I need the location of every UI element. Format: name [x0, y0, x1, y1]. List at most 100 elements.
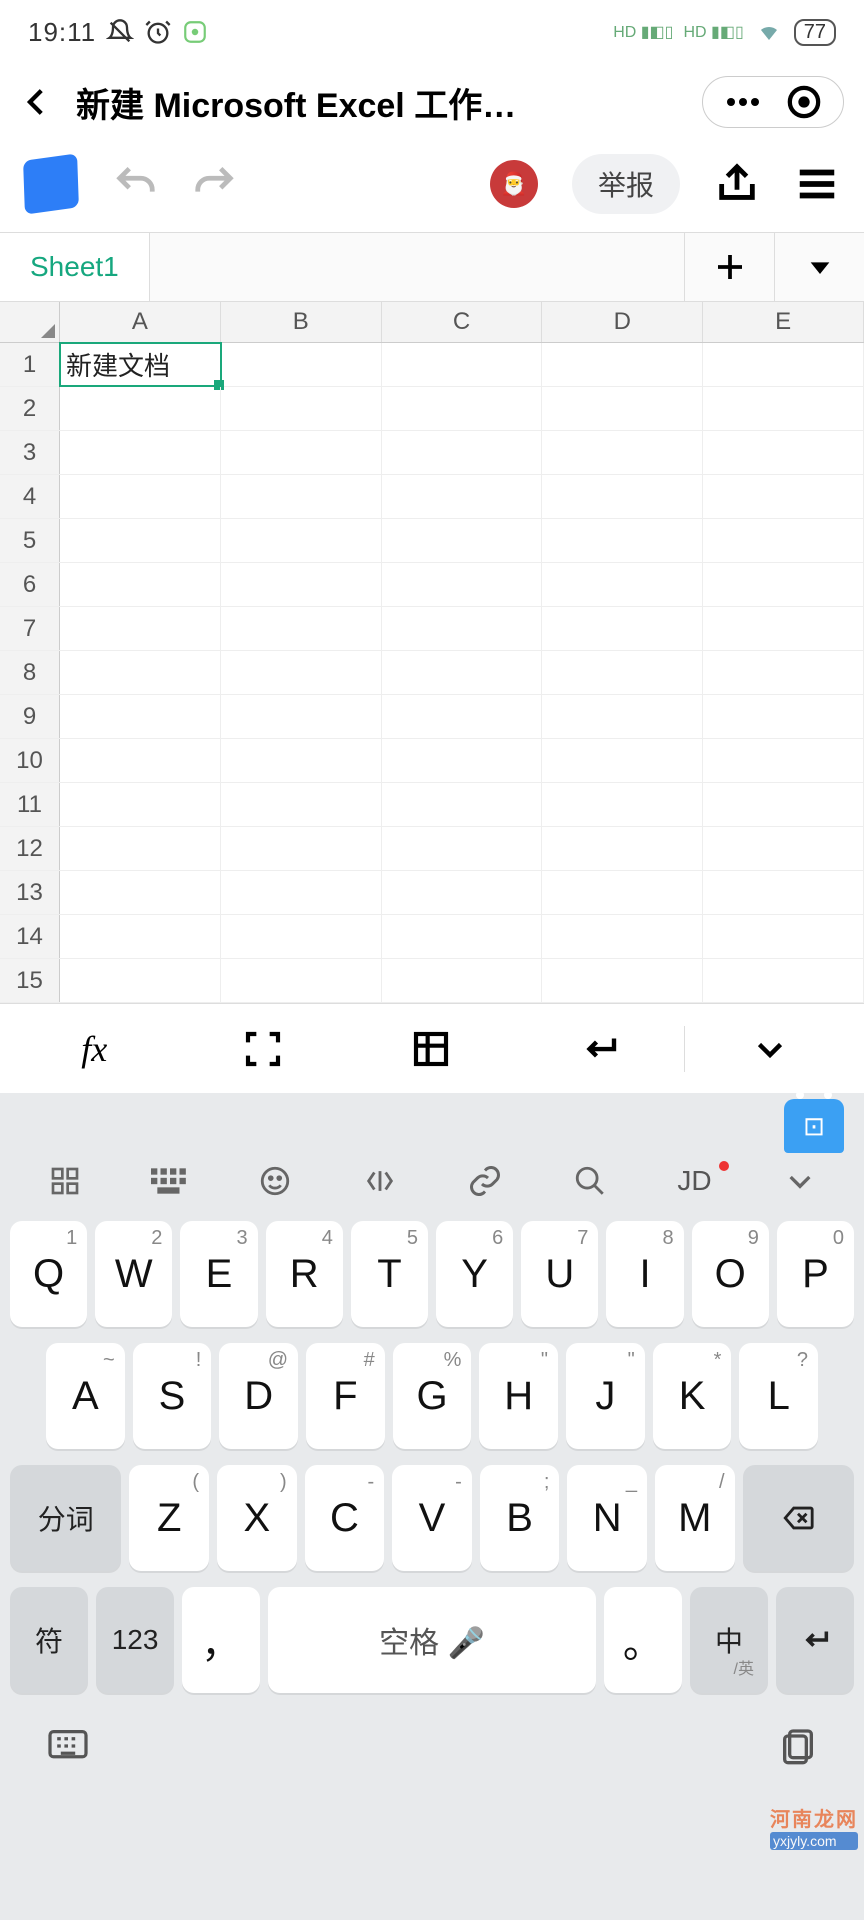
key-R[interactable]: 4R: [266, 1221, 343, 1327]
cell[interactable]: [703, 915, 864, 958]
kbd-jd-button[interactable]: JD: [642, 1165, 747, 1197]
cell[interactable]: [542, 695, 703, 738]
key-V[interactable]: -V: [392, 1465, 472, 1571]
cell[interactable]: [382, 651, 543, 694]
cell[interactable]: [542, 431, 703, 474]
kbd-link-icon[interactable]: [432, 1163, 537, 1199]
col-header[interactable]: E: [703, 302, 864, 342]
row-header[interactable]: 11: [0, 783, 60, 826]
select-all-corner[interactable]: [0, 302, 60, 342]
cell[interactable]: [542, 827, 703, 870]
collapse-button[interactable]: [685, 1031, 854, 1067]
enter-button[interactable]: [516, 1028, 685, 1070]
key-Q[interactable]: 1Q: [10, 1221, 87, 1327]
cell[interactable]: [542, 387, 703, 430]
cell[interactable]: [60, 431, 221, 474]
key-G[interactable]: %G: [393, 1343, 472, 1449]
cell[interactable]: [60, 651, 221, 694]
cell[interactable]: [382, 563, 543, 606]
add-sheet-button[interactable]: [684, 233, 774, 301]
key-X[interactable]: )X: [217, 1465, 297, 1571]
cell[interactable]: [703, 695, 864, 738]
cell[interactable]: [382, 607, 543, 650]
cell[interactable]: [382, 915, 543, 958]
cell[interactable]: [221, 695, 382, 738]
spreadsheet-grid[interactable]: A B C D E 1新建文档23456789101112131415: [0, 302, 864, 1003]
fx-button[interactable]: fx: [10, 1028, 179, 1070]
cell[interactable]: [221, 387, 382, 430]
key-U[interactable]: 7U: [521, 1221, 598, 1327]
cell[interactable]: [382, 695, 543, 738]
key-language[interactable]: 中/英: [690, 1587, 768, 1693]
kbd-emoji-icon[interactable]: [222, 1164, 327, 1198]
row-header[interactable]: 14: [0, 915, 60, 958]
cell[interactable]: [221, 827, 382, 870]
key-P[interactable]: 0P: [777, 1221, 854, 1327]
cell[interactable]: [221, 783, 382, 826]
key-K[interactable]: *K: [653, 1343, 732, 1449]
key-A[interactable]: ~A: [46, 1343, 125, 1449]
cell[interactable]: [382, 871, 543, 914]
cell[interactable]: [60, 387, 221, 430]
report-button[interactable]: 举报: [572, 154, 680, 214]
cell[interactable]: [60, 827, 221, 870]
cell[interactable]: [542, 915, 703, 958]
cell[interactable]: [542, 519, 703, 562]
row-header[interactable]: 8: [0, 651, 60, 694]
cell[interactable]: [60, 695, 221, 738]
cell[interactable]: [60, 475, 221, 518]
key-O[interactable]: 9O: [692, 1221, 769, 1327]
row-header[interactable]: 7: [0, 607, 60, 650]
cell[interactable]: [382, 519, 543, 562]
cell[interactable]: [542, 871, 703, 914]
row-header[interactable]: 13: [0, 871, 60, 914]
back-button[interactable]: [20, 85, 60, 119]
key-period[interactable]: 。: [604, 1587, 682, 1693]
kbd-layout-icon[interactable]: [117, 1167, 222, 1195]
key-L[interactable]: ?L: [739, 1343, 818, 1449]
more-button[interactable]: [725, 96, 761, 108]
cell[interactable]: [703, 871, 864, 914]
share-button[interactable]: [714, 161, 760, 207]
menu-button[interactable]: [794, 161, 840, 207]
row-header[interactable]: 12: [0, 827, 60, 870]
col-header[interactable]: B: [221, 302, 382, 342]
key-symbols[interactable]: 符: [10, 1587, 88, 1693]
col-header[interactable]: D: [542, 302, 703, 342]
key-B[interactable]: ;B: [480, 1465, 560, 1571]
key-I[interactable]: 8I: [606, 1221, 683, 1327]
cell[interactable]: [542, 783, 703, 826]
cell[interactable]: [221, 431, 382, 474]
cell[interactable]: [60, 519, 221, 562]
cell[interactable]: [60, 783, 221, 826]
cell[interactable]: [382, 959, 543, 1002]
cell[interactable]: [382, 387, 543, 430]
cell[interactable]: [382, 739, 543, 782]
undo-button[interactable]: [112, 161, 158, 207]
cell[interactable]: [60, 871, 221, 914]
row-header[interactable]: 15: [0, 959, 60, 1002]
cell[interactable]: [703, 519, 864, 562]
cell[interactable]: [221, 915, 382, 958]
key-M[interactable]: /M: [655, 1465, 735, 1571]
key-numbers[interactable]: 123: [96, 1587, 174, 1693]
key-N[interactable]: _N: [567, 1465, 647, 1571]
cell[interactable]: [221, 739, 382, 782]
key-shift[interactable]: 分词: [10, 1465, 121, 1571]
key-backspace[interactable]: [743, 1465, 854, 1571]
key-F[interactable]: #F: [306, 1343, 385, 1449]
cell[interactable]: [221, 343, 382, 386]
fullscreen-button[interactable]: [179, 1029, 348, 1069]
cell[interactable]: [703, 475, 864, 518]
cell[interactable]: [221, 871, 382, 914]
cell[interactable]: [703, 959, 864, 1002]
cell[interactable]: [542, 343, 703, 386]
cell[interactable]: [60, 739, 221, 782]
kbd-grid-icon[interactable]: [12, 1165, 117, 1197]
cell[interactable]: [542, 739, 703, 782]
cell[interactable]: [703, 651, 864, 694]
key-J[interactable]: "J: [566, 1343, 645, 1449]
cell[interactable]: [221, 563, 382, 606]
record-button[interactable]: [787, 85, 821, 119]
key-enter[interactable]: [776, 1587, 854, 1693]
